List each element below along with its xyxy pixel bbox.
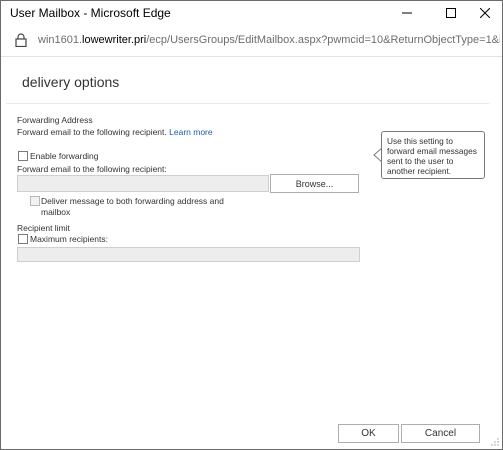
deliver-both-checkbox[interactable]	[30, 196, 40, 206]
cancel-button[interactable]: Cancel	[401, 424, 480, 443]
ok-button[interactable]: OK	[338, 424, 399, 443]
divider	[6, 103, 489, 104]
resize-grip-icon[interactable]	[491, 438, 499, 446]
dialog-content: delivery options Forwarding Address Forw…	[1, 57, 502, 449]
close-icon	[480, 8, 490, 18]
maximum-recipients-checkbox[interactable]	[18, 234, 28, 244]
recipient-label: Forward email to the following recipient…	[17, 164, 167, 174]
close-button[interactable]	[468, 1, 502, 25]
url-host: lowewriter.pri	[82, 34, 147, 46]
minimize-icon	[402, 12, 412, 14]
browse-button[interactable]: Browse...	[270, 174, 359, 193]
maximize-icon	[446, 8, 456, 18]
page-title: delivery options	[22, 74, 120, 90]
url-path: /ecp/UsersGroups/EditMailbox.aspx?pwmcid…	[146, 34, 500, 46]
forwarding-recipient-field[interactable]	[17, 175, 269, 192]
browser-window: User Mailbox - Microsoft Edge win1601.lo…	[0, 0, 503, 450]
help-callout: Use this setting to forward email messag…	[381, 131, 485, 179]
window-title: User Mailbox - Microsoft Edge	[10, 6, 171, 20]
learn-more-link[interactable]: Learn more	[169, 127, 212, 137]
url-prefix: win1601.	[38, 34, 83, 46]
maximum-recipients-field[interactable]	[17, 247, 360, 262]
maximize-button[interactable]	[434, 1, 468, 25]
enable-forwarding-checkbox[interactable]	[18, 151, 28, 161]
forwarding-section-label: Forwarding Address	[17, 115, 93, 125]
recipient-limit-section-label: Recipient limit	[17, 223, 70, 233]
forwarding-description: Forward email to the following recipient…	[17, 127, 213, 137]
maximum-recipients-label: Maximum recipients:	[30, 234, 108, 244]
forwarding-description-text: Forward email to the following recipient…	[17, 127, 167, 137]
deliver-both-label-line1: Deliver message to both forwarding addre…	[41, 196, 224, 206]
title-bar[interactable]: User Mailbox - Microsoft Edge	[1, 1, 502, 25]
deliver-both-label-line2: mailbox	[41, 207, 71, 217]
enable-forwarding-label: Enable forwarding	[30, 151, 99, 161]
address-bar[interactable]: win1601.lowewriter.pri/ecp/UsersGroups/E…	[1, 25, 502, 57]
url-text[interactable]: win1601.lowewriter.pri/ecp/UsersGroups/E…	[38, 34, 500, 46]
minimize-button[interactable]	[390, 1, 424, 25]
lock-icon	[15, 33, 27, 47]
